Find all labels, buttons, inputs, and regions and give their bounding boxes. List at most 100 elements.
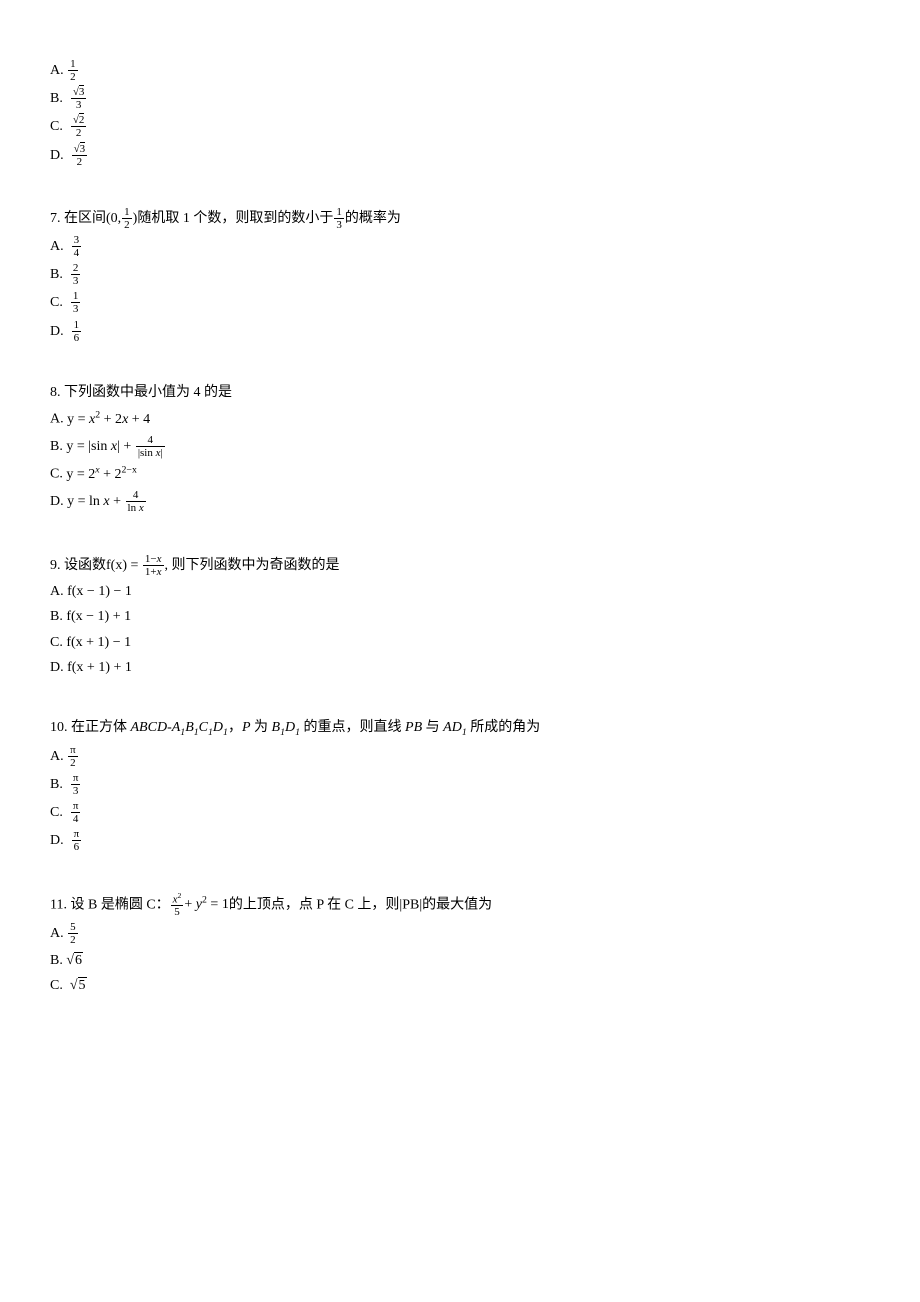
denominator: 2	[71, 127, 87, 139]
option-a: A. 34	[50, 234, 870, 259]
line-label: PB	[405, 720, 422, 735]
fraction: π6	[72, 828, 82, 853]
question-11: 11. 设 B 是椭圆 C：x25+ y2 = 1的上顶点，点 P 在 C 上，…	[50, 892, 870, 998]
fraction: √3 3	[71, 86, 87, 111]
option-label: D.	[50, 323, 64, 338]
fraction: π2	[68, 744, 78, 769]
option-d: D. π6	[50, 828, 870, 853]
numerator: π	[71, 800, 81, 813]
option-label: A.	[50, 63, 64, 78]
fraction: √3 2	[72, 143, 88, 168]
stem-text: 所成的角为	[467, 720, 541, 735]
fraction: 4|sin x|	[136, 434, 165, 459]
denominator: 6	[72, 332, 82, 344]
math-expr: y = x2 + 2x + 4	[67, 412, 150, 427]
numerator: √2	[71, 114, 87, 127]
stem-text: 为	[251, 720, 272, 735]
option-d: D. f(x + 1) + 1	[50, 657, 870, 679]
numerator: 1−x	[143, 553, 164, 566]
question-8: 8. 下列函数中最小值为 4 的是 A. y = x2 + 2x + 4 B. …	[50, 382, 870, 515]
option-label: D.	[50, 833, 64, 848]
question-stem: 9. 设函数f(x) = 1−x1+x, 则下列函数中为奇函数的是	[50, 553, 870, 578]
option-label: C.	[50, 805, 63, 820]
question-stem: 11. 设 B 是椭圆 C：x25+ y2 = 1的上顶点，点 P 在 C 上，…	[50, 892, 870, 919]
option-label: A.	[50, 749, 64, 764]
denominator: 3	[334, 219, 344, 231]
option-a: A. 52	[50, 921, 870, 946]
numerator: 4	[126, 489, 146, 502]
numerator: 1	[72, 319, 82, 332]
fraction: 16	[72, 319, 82, 344]
option-label: B.	[50, 439, 63, 454]
stem-text: , 则下列函数中为奇函数的是	[165, 557, 340, 572]
stem-text: 的上顶点，点 P 在 C 上，则|PB|的最大值为	[229, 897, 492, 912]
denominator: 3	[71, 303, 81, 315]
option-a: A. y = x2 + 2x + 4	[50, 407, 870, 431]
stem-text: 与	[422, 720, 443, 735]
denominator: 2	[68, 757, 78, 769]
option-label: A.	[50, 239, 64, 254]
option-d: D. √3 2	[50, 143, 870, 168]
numerator: √3	[71, 86, 87, 99]
math-expr: y = |sin x| +	[66, 439, 134, 454]
numerator: 3	[72, 234, 82, 247]
option-b: B. f(x − 1) + 1	[50, 606, 870, 628]
exponent: x	[95, 464, 99, 475]
numerator: x2	[171, 892, 184, 907]
fraction: 13	[71, 290, 81, 315]
cube-label: ABCD	[131, 720, 168, 735]
option-b: B. 23	[50, 262, 870, 287]
stem-text: 的重点，则直线	[300, 720, 405, 735]
denominator: 2	[68, 71, 78, 83]
fraction: 52	[68, 921, 78, 946]
option-a: A. π2	[50, 744, 870, 769]
option-label: C.	[50, 119, 63, 134]
stem-text: 7. 在区间(0,	[50, 211, 121, 226]
option-d: D. 16	[50, 319, 870, 344]
denominator: 1+x	[143, 566, 164, 578]
numerator: 1	[122, 206, 132, 219]
diagonal-label: B1D1	[272, 720, 301, 735]
numerator: √3	[72, 143, 88, 156]
fraction: 1 2	[68, 58, 78, 83]
denominator: 5	[171, 906, 184, 918]
option-label: D.	[50, 147, 64, 162]
math-expr: + y2 = 1	[184, 897, 228, 912]
sqrt-expr: √6	[66, 952, 83, 968]
option-label: A.	[50, 412, 64, 427]
fraction: √2 2	[71, 114, 87, 139]
fraction: 12	[122, 206, 132, 231]
option-b: B. π3	[50, 772, 870, 797]
numerator: π	[68, 744, 78, 757]
question-10: 10. 在正方体 ABCD-A1B1C1D1，P 为 B1D1 的重点，则直线 …	[50, 717, 870, 853]
stem-text: )随机取 1 个数，则取到的数小于	[133, 211, 334, 226]
option-a: A. f(x − 1) − 1	[50, 581, 870, 603]
stem-text: 10. 在正方体	[50, 720, 131, 735]
option-label: D.	[50, 494, 64, 509]
point-label: P	[242, 720, 251, 735]
fraction: x25	[171, 892, 184, 919]
numerator: 1	[68, 58, 78, 71]
question-stem: 7. 在区间(0,12)随机取 1 个数，则取到的数小于13的概率为	[50, 206, 870, 231]
denominator: 3	[71, 275, 81, 287]
option-b: B. √3 3	[50, 86, 870, 111]
fraction: π3	[71, 772, 81, 797]
question-stem: 8. 下列函数中最小值为 4 的是	[50, 382, 870, 404]
option-b: B. √6	[50, 950, 870, 972]
option-label: C.	[50, 467, 63, 482]
fraction: π4	[71, 800, 81, 825]
question-6-options: A. 1 2 B. √3 3 C. √2 2 D. √3 2	[50, 58, 870, 168]
option-b: B. y = |sin x| + 4|sin x|	[50, 434, 870, 459]
numerator: 1	[334, 206, 344, 219]
denominator: |sin x|	[136, 447, 165, 459]
denominator: 3	[71, 785, 81, 797]
option-label: B.	[50, 777, 63, 792]
question-stem: 10. 在正方体 ABCD-A1B1C1D1，P 为 B1D1 的重点，则直线 …	[50, 717, 870, 740]
denominator: 4	[72, 247, 82, 259]
option-c: C. f(x + 1) − 1	[50, 632, 870, 654]
option-c: C. π4	[50, 800, 870, 825]
exponent: 2−x	[122, 464, 137, 475]
sqrt-expr: √5	[70, 977, 87, 993]
denominator: 6	[72, 841, 82, 853]
option-a: A. 1 2	[50, 58, 870, 83]
